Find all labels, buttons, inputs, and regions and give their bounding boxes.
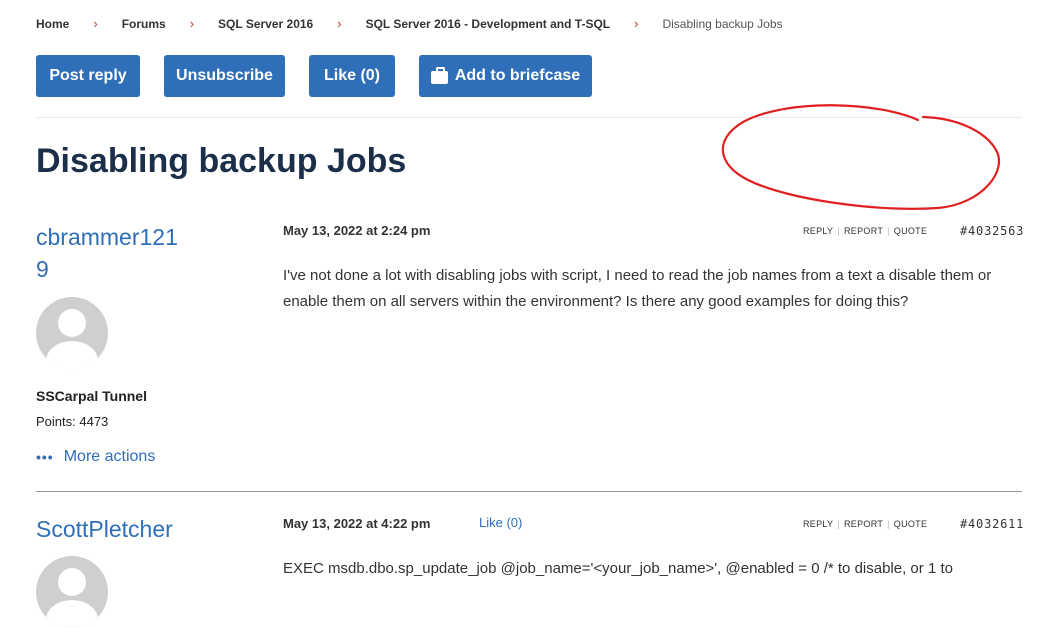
- quote-link[interactable]: QUOTE: [894, 519, 928, 529]
- post-username[interactable]: ScottPletcher: [36, 513, 173, 545]
- reply-link[interactable]: REPLY: [803, 519, 833, 529]
- chevron-right-icon: ›: [337, 16, 342, 31]
- chevron-right-icon: ›: [634, 16, 639, 31]
- separator: |: [887, 519, 890, 529]
- post-date: May 13, 2022 at 2:24 pm: [283, 223, 431, 238]
- user-points: Points: 4473: [36, 414, 109, 429]
- avatar[interactable]: [36, 556, 108, 628]
- breadcrumb-current: Disabling backup Jobs: [662, 16, 783, 31]
- post-body: EXEC msdb.dbo.sp_update_job @job_name='<…: [283, 560, 953, 577]
- like-label: Like (0): [323, 67, 380, 84]
- post-username[interactable]: cbrammer121 9: [36, 221, 178, 285]
- add-to-briefcase-label: Add to briefcase: [454, 67, 581, 84]
- avatar-shoulders: [46, 341, 98, 369]
- separator: |: [837, 519, 840, 529]
- avatar[interactable]: [36, 297, 108, 369]
- more-actions-label: More actions: [63, 448, 156, 465]
- post-actions: REPLY | REPORT | QUOTE: [803, 226, 927, 236]
- avatar-shoulders: [46, 600, 98, 628]
- report-link[interactable]: REPORT: [844, 226, 883, 236]
- post-id-link[interactable]: #4032563: [960, 224, 1024, 238]
- username-line: 9: [36, 256, 49, 282]
- unsubscribe-button[interactable]: Unsubscribe: [164, 55, 285, 97]
- annotation-circle: [721, 104, 1001, 210]
- post-like-link[interactable]: Like (0): [479, 515, 522, 530]
- breadcrumb-home[interactable]: Home: [36, 17, 69, 31]
- more-actions-link[interactable]: ••• More actions: [36, 448, 155, 466]
- reply-link[interactable]: REPLY: [803, 226, 833, 236]
- user-rank: SSCarpal Tunnel: [36, 388, 147, 404]
- breadcrumb-development-tsql[interactable]: SQL Server 2016 - Development and T-SQL: [366, 17, 611, 31]
- avatar-head: [58, 309, 86, 337]
- post-body: I've not done a lot with disabling jobs …: [283, 267, 992, 310]
- post-divider: [36, 491, 1022, 492]
- chevron-right-icon: ›: [189, 16, 195, 31]
- unsubscribe-label: Unsubscribe: [176, 67, 273, 84]
- page-title: Disabling backup Jobs: [36, 142, 407, 180]
- post-reply-label: Post reply: [49, 67, 127, 84]
- post-id-link[interactable]: #4032611: [960, 517, 1024, 531]
- post-actions: REPLY | REPORT | QUOTE: [803, 519, 927, 529]
- username-line: cbrammer121: [36, 224, 178, 250]
- post-date: May 13, 2022 at 4:22 pm: [283, 516, 431, 531]
- avatar-head: [58, 568, 86, 596]
- add-to-briefcase-button[interactable]: Add to briefcase: [419, 55, 592, 97]
- post-reply-button[interactable]: Post reply: [36, 55, 140, 97]
- briefcase-icon: [430, 66, 448, 84]
- breadcrumb-sql-server-2016[interactable]: SQL Server 2016: [218, 17, 313, 31]
- separator: |: [837, 226, 840, 236]
- chevron-right-icon: ›: [93, 16, 98, 31]
- separator: |: [887, 226, 890, 236]
- breadcrumb-forums[interactable]: Forums: [122, 17, 166, 31]
- like-button[interactable]: Like (0): [309, 55, 395, 97]
- quote-link[interactable]: QUOTE: [894, 226, 928, 236]
- more-dots-icon: •••: [36, 449, 54, 465]
- breadcrumb: Home › Forums › SQL Server 2016 › SQL Se…: [36, 16, 783, 31]
- report-link[interactable]: REPORT: [844, 519, 883, 529]
